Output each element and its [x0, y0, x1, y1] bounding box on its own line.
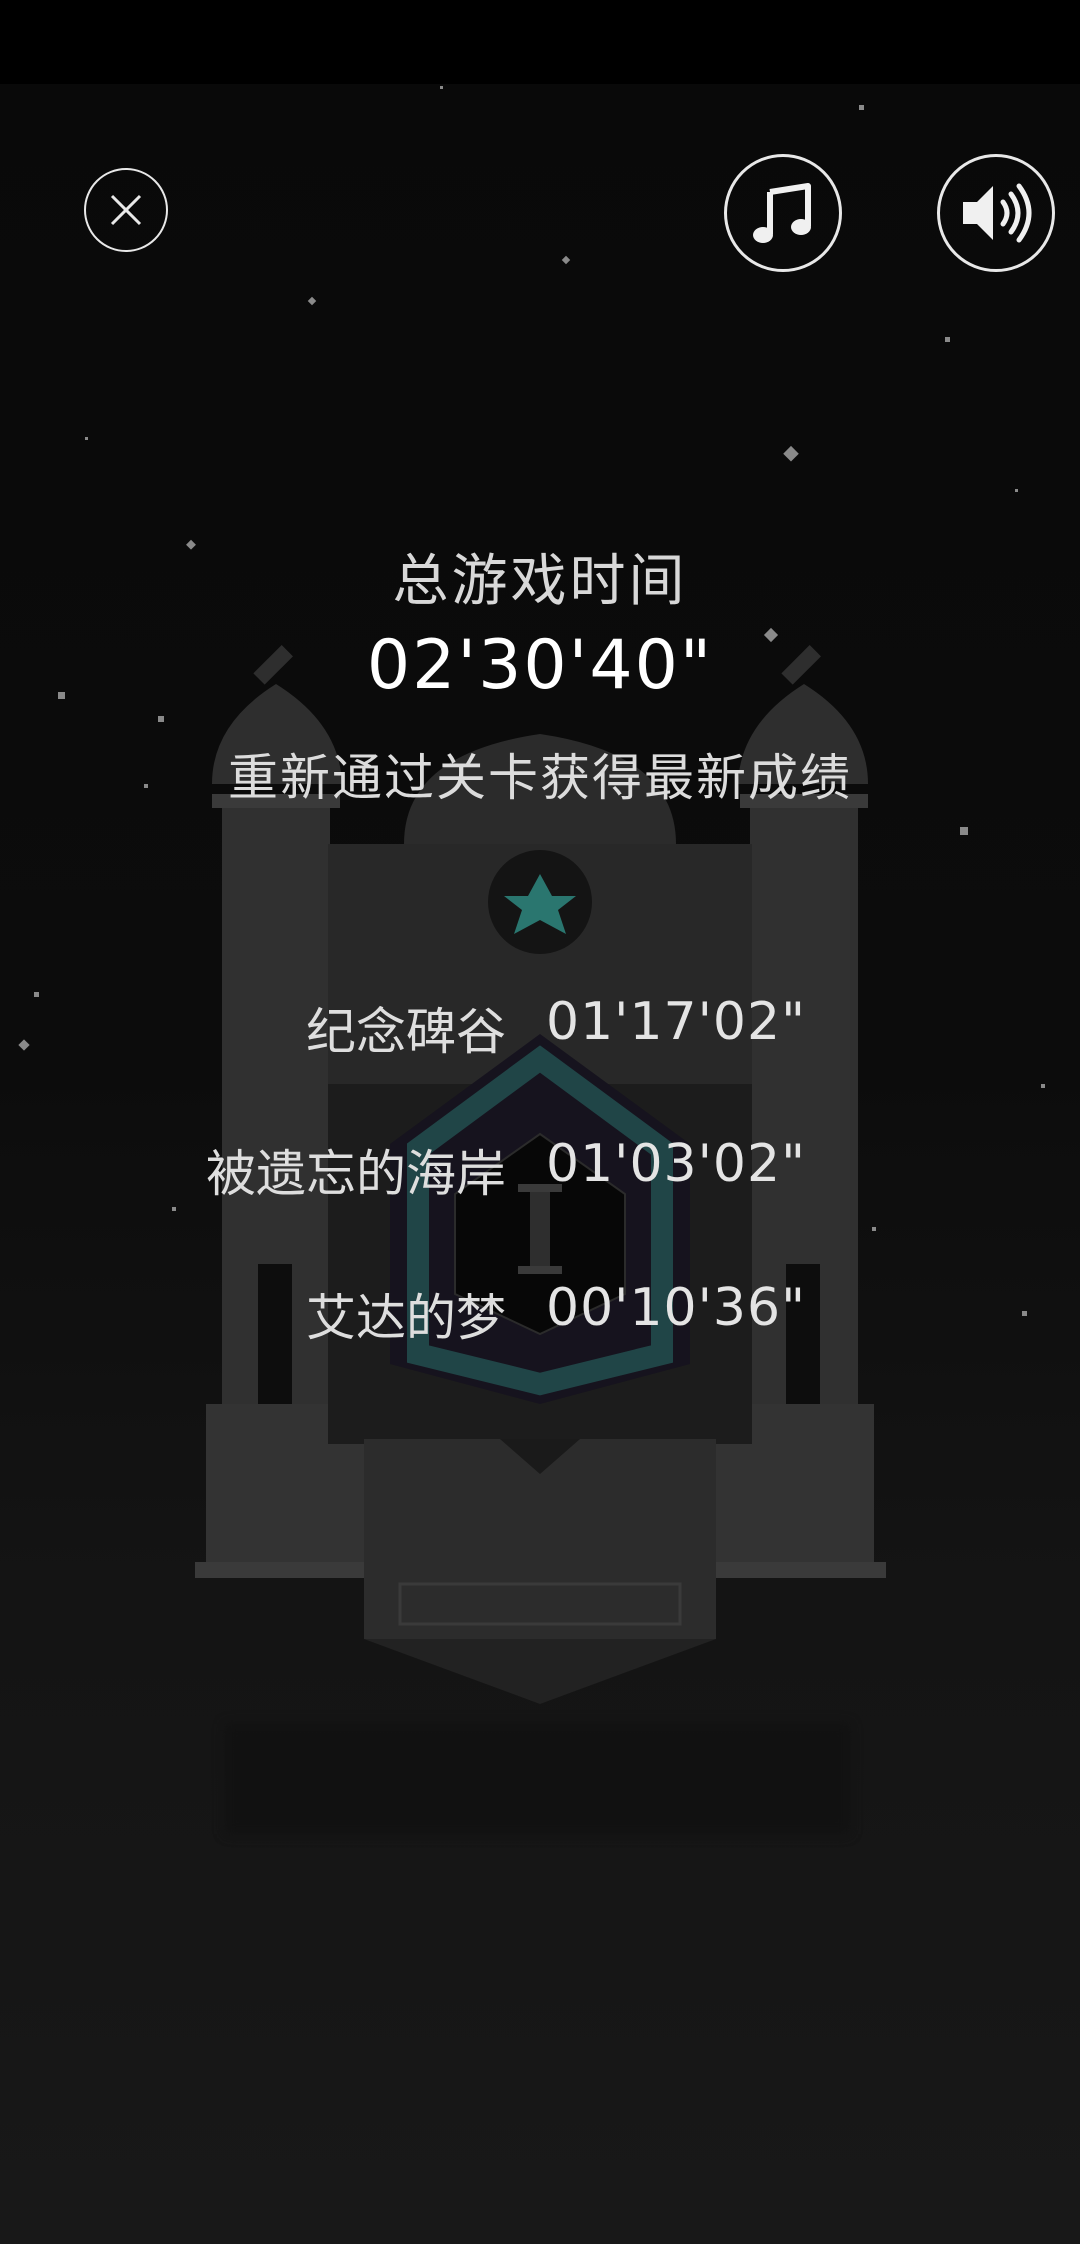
level-name: 艾达的梦	[306, 1289, 506, 1347]
replay-hint: 重新通过关卡获得最新成绩	[228, 749, 852, 807]
music-toggle-button[interactable]	[724, 154, 842, 272]
total-play-time-label: 总游戏时间	[392, 549, 688, 614]
game-scene: 总游戏时间 02'30'40" 重新通过关卡获得最新成绩 纪念碑谷 01'17'…	[0, 84, 1080, 2244]
close-button[interactable]	[84, 168, 168, 252]
total-play-time-value: 02'30'40"	[366, 626, 714, 705]
close-icon	[110, 194, 142, 226]
sound-toggle-button[interactable]	[937, 154, 1055, 272]
central-gate	[328, 734, 752, 1704]
level-time: 00'10'36"	[546, 1278, 807, 1338]
speaker-volume-icon	[963, 183, 1032, 243]
level-name: 纪念碑谷	[306, 1003, 506, 1061]
level-name: 被遗忘的海岸	[206, 1145, 506, 1203]
status-bar	[0, 0, 1080, 84]
level-time: 01'03'02"	[546, 1134, 807, 1194]
music-note-icon	[753, 183, 811, 243]
level-time: 01'17'02"	[546, 992, 807, 1052]
monument-illustration	[18, 86, 1045, 1834]
